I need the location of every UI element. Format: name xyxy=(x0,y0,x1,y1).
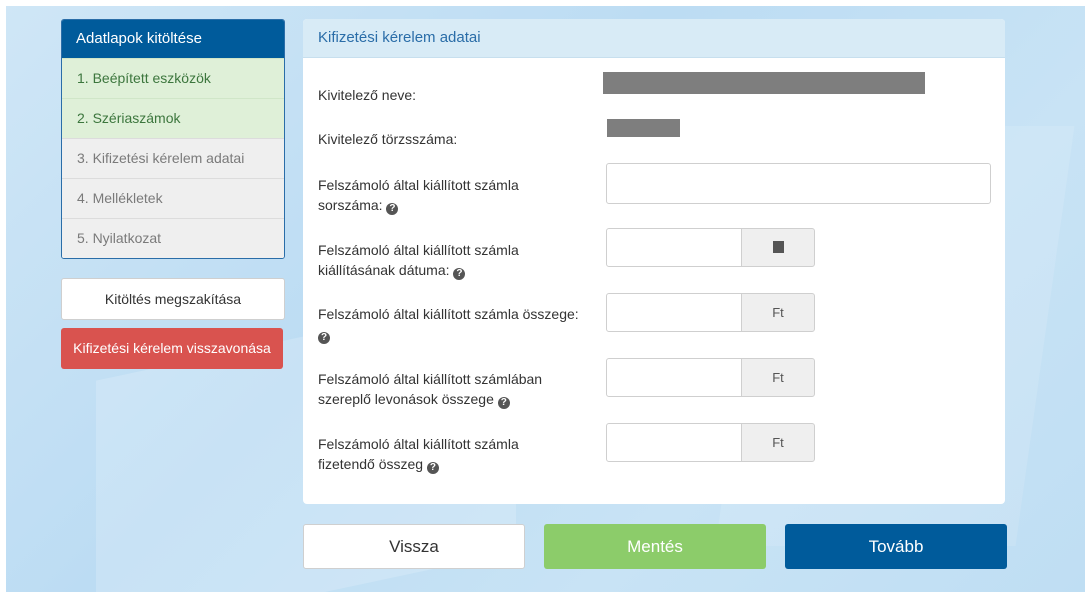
step-serial-numbers[interactable]: 2. Szériaszámok xyxy=(62,98,284,138)
step-payment-request-data[interactable]: 3. Kifizetési kérelem adatai xyxy=(62,138,284,178)
deductions-input[interactable] xyxy=(606,358,742,397)
payable-amount-label: Felszámoló által kiállított számla fizet… xyxy=(318,434,598,474)
step-attachments[interactable]: 4. Mellékletek xyxy=(62,178,284,218)
invoice-number-label-line1: Felszámoló által kiállított számla xyxy=(318,177,519,193)
currency-addon: Ft xyxy=(741,293,815,332)
calendar-button[interactable] xyxy=(741,228,815,267)
currency-addon: Ft xyxy=(741,358,815,397)
invoice-date-input[interactable] xyxy=(606,228,742,267)
deductions-label: Felszámoló által kiállított számlában sz… xyxy=(318,369,598,409)
payable-amount-input[interactable] xyxy=(606,423,742,462)
save-button[interactable]: Mentés xyxy=(544,524,766,569)
contractor-name-redacted xyxy=(603,72,925,94)
invoice-number-input[interactable] xyxy=(606,163,991,204)
payment-request-panel: Kifizetési kérelem adatai Kivitelező nev… xyxy=(303,19,1005,504)
help-icon[interactable]: ? xyxy=(386,203,399,215)
next-button[interactable]: Tovább xyxy=(785,524,1007,569)
calendar-icon xyxy=(772,241,784,253)
invoice-amount-label-line1: Felszámoló által kiállított számla össze… xyxy=(318,306,579,322)
help-icon[interactable]: ? xyxy=(426,462,439,474)
withdraw-request-button[interactable]: Kifizetési kérelem visszavonása xyxy=(61,328,283,369)
contractor-id-label: Kivitelező törzsszáma: xyxy=(318,131,458,147)
panel-title: Kifizetési kérelem adatai xyxy=(303,19,1005,58)
invoice-number-label: Felszámoló által kiállított számla sorsz… xyxy=(318,175,598,215)
payable-amount-group: Ft xyxy=(606,423,815,462)
invoice-number-label-line2: sorszáma: xyxy=(318,197,383,213)
help-icon[interactable]: ? xyxy=(453,268,466,280)
payable-amount-label-line1: Felszámoló által kiállított számla xyxy=(318,436,519,452)
invoice-date-label-line2: kiállításának dátuma: xyxy=(318,262,450,278)
abort-filling-button[interactable]: Kitöltés megszakítása xyxy=(61,278,285,320)
back-button[interactable]: Vissza xyxy=(303,524,525,569)
contractor-name-label: Kivitelező neve: xyxy=(318,87,417,103)
deductions-group: Ft xyxy=(606,358,815,397)
invoice-amount-input[interactable] xyxy=(606,293,742,332)
invoice-amount-group: Ft xyxy=(606,293,815,332)
deductions-label-line1: Felszámoló által kiállított számlában xyxy=(318,371,543,387)
step-built-in-devices[interactable]: 1. Beépített eszközök xyxy=(62,58,284,98)
currency-addon: Ft xyxy=(741,423,815,462)
invoice-date-group xyxy=(606,228,815,267)
invoice-date-label-line1: Felszámoló által kiállított számla xyxy=(318,242,519,258)
deductions-label-line2: szereplő levonások összege xyxy=(318,391,494,407)
step-declaration[interactable]: 5. Nyilatkozat xyxy=(62,218,284,258)
invoice-date-label: Felszámoló által kiállított számla kiáll… xyxy=(318,240,598,280)
steps-title: Adatlapok kitöltése xyxy=(62,20,284,58)
contractor-id-redacted xyxy=(607,119,680,137)
help-icon[interactable]: ? xyxy=(497,397,510,409)
invoice-amount-label: Felszámoló által kiállított számla össze… xyxy=(318,304,598,344)
steps-panel: Adatlapok kitöltése 1. Beépített eszközö… xyxy=(61,19,285,259)
payable-amount-label-line2: fizetendő összeg xyxy=(318,456,424,472)
help-icon[interactable]: ? xyxy=(318,332,330,344)
